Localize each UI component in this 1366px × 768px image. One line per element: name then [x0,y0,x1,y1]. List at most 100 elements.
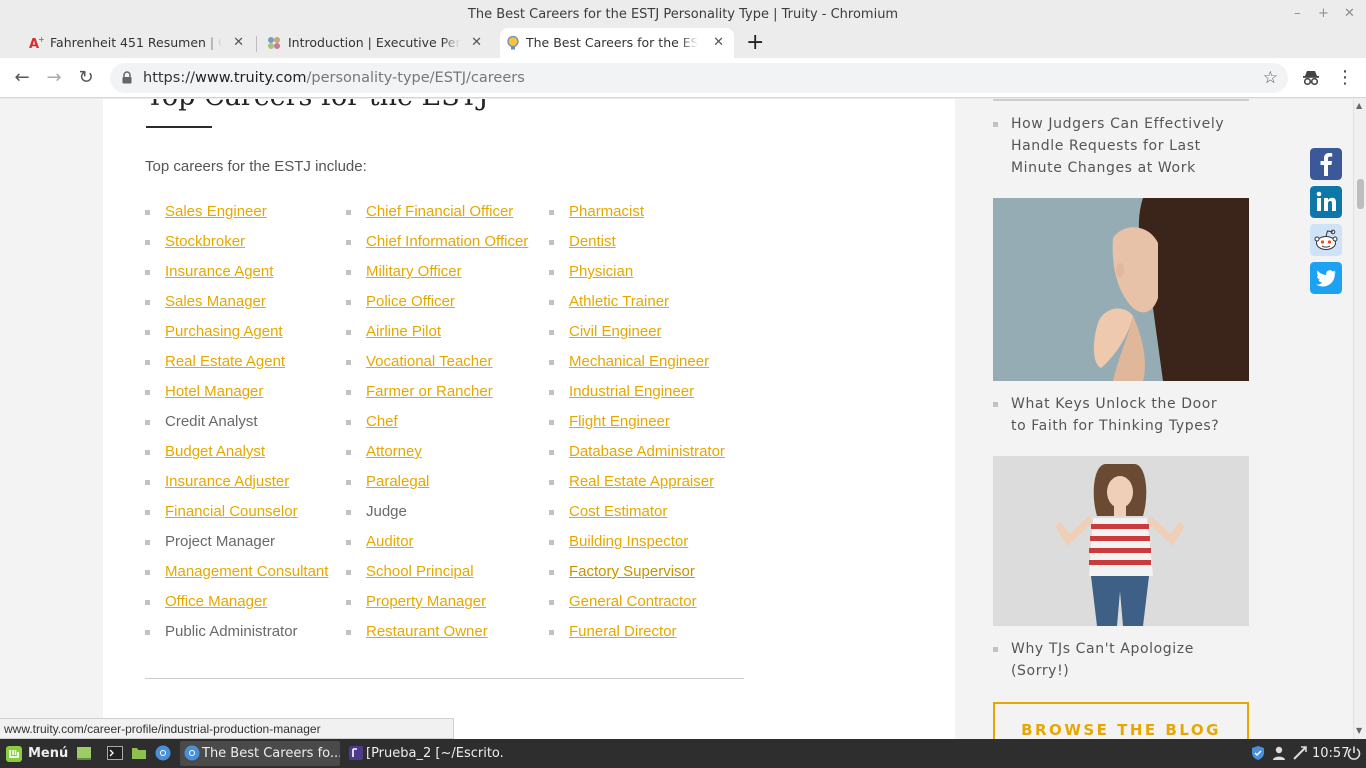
user-icon[interactable] [1271,745,1287,761]
tab-estj-careers[interactable]: The Best Careers for the ESTJ P ✕ [500,28,734,58]
mint-menu-icon[interactable] [5,745,23,763]
career-link[interactable]: Mechanical Engineer [569,353,709,370]
career-link[interactable]: School Principal [366,563,474,580]
career-link[interactable]: Dentist [569,233,616,250]
career-link[interactable]: Factory Supervisor [569,563,695,580]
address-bar[interactable]: https://www.truity.com/personality-type/… [110,63,1288,93]
career-link[interactable]: Chef [366,413,398,430]
career-link[interactable]: Hotel Manager [165,383,263,400]
chromium-icon[interactable] [155,745,171,761]
career-list-item: Civil Engineer [549,320,725,350]
career-link[interactable]: Police Officer [366,293,455,310]
career-link[interactable]: Pharmacist [569,203,644,220]
network-icon[interactable] [1292,745,1308,761]
terminal-icon[interactable] [107,745,123,761]
article-thumbnail[interactable] [993,99,1249,101]
close-icon[interactable]: ✕ [233,28,244,58]
career-link[interactable]: Building Inspector [569,533,688,550]
taskbar-window-chromium[interactable]: The Best Careers fo... [180,741,340,766]
thinking-woman-image[interactable] [993,198,1249,381]
career-list-item: Vocational Teacher [346,350,528,380]
url-path: /personality-type/ESTJ/careers [306,70,525,86]
career-link[interactable]: Database Administrator [569,443,725,460]
facebook-icon[interactable] [1310,148,1342,180]
files-folder-icon[interactable] [131,745,147,761]
career-link[interactable]: Real Estate Appraiser [569,473,714,490]
linkedin-icon[interactable] [1310,186,1342,218]
career-link[interactable]: Insurance Agent [165,263,273,280]
career-label: Project Manager [165,533,276,550]
career-link[interactable]: Industrial Engineer [569,383,694,400]
show-desktop-icon[interactable] [76,745,92,761]
sidebar-article-link[interactable]: Why TJs Can't Apologize (Sorry!) [993,638,1233,682]
career-link[interactable]: Sales Engineer [165,203,267,220]
forward-arrow-icon[interactable]: → [42,66,66,90]
career-link[interactable]: Flight Engineer [569,413,670,430]
career-link[interactable]: General Contractor [569,593,697,610]
career-link[interactable]: Chief Information Officer [366,233,528,250]
career-link[interactable]: Financial Counselor [165,503,298,520]
start-menu-label[interactable]: Menú [28,742,68,765]
taskbar-window-title: [Prueba_2 [~/Escrito... [366,746,504,761]
shield-icon[interactable] [1250,745,1266,761]
clock[interactable]: 10:57 [1312,742,1349,765]
bookmark-star-icon[interactable]: ☆ [1263,63,1278,93]
incognito-extension-icon[interactable] [1302,70,1320,86]
new-tab-button[interactable]: + [746,28,764,58]
career-link[interactable]: Attorney [366,443,422,460]
career-list-item: Budget Analyst [145,440,328,470]
back-arrow-icon[interactable]: ← [10,66,34,90]
career-list-item: Chef [346,410,528,440]
scroll-down-arrow-icon[interactable]: ▼ [1356,726,1362,735]
career-list-item: Attorney [346,440,528,470]
career-link[interactable]: Budget Analyst [165,443,265,460]
sidebar-article-link[interactable]: What Keys Unlock the Door to Faith for T… [993,393,1233,437]
sidebar-article-link[interactable]: How Judgers Can Effectively Handle Reque… [993,113,1233,179]
career-link[interactable]: Insurance Adjuster [165,473,289,490]
career-link[interactable]: Paralegal [366,473,429,490]
career-link[interactable]: Civil Engineer [569,323,662,340]
os-taskbar: Menú The Best Careers fo... [Prueba_2 [~… [0,739,1366,768]
career-link[interactable]: Farmer or Rancher [366,383,493,400]
career-link[interactable]: Sales Manager [165,293,266,310]
career-link[interactable]: Military Officer [366,263,462,280]
close-icon[interactable]: ✕ [471,28,482,58]
career-link[interactable]: Physician [569,263,633,280]
career-link[interactable]: Real Estate Agent [165,353,285,370]
maximize-button[interactable]: + [1318,6,1329,22]
close-icon[interactable]: ✕ [713,28,724,58]
career-link[interactable]: Purchasing Agent [165,323,283,340]
career-link[interactable]: Management Consultant [165,563,328,580]
career-link[interactable]: Cost Estimator [569,503,667,520]
taskbar-window-editor[interactable]: [Prueba_2 [~/Escrito... [344,741,504,766]
shrugging-woman-image[interactable] [993,456,1249,626]
menu-kebab-icon[interactable]: ⋮ [1336,66,1354,90]
minimize-button[interactable]: – [1294,6,1301,22]
scroll-up-arrow-icon[interactable]: ▲ [1356,101,1362,110]
shutdown-icon[interactable] [1346,745,1362,761]
career-link[interactable]: Funeral Director [569,623,677,640]
tab-fahrenheit[interactable]: A + Fahrenheit 451 Resumen | Gra ✕ [24,28,254,58]
career-link[interactable]: Office Manager [165,593,267,610]
close-window-button[interactable]: ✕ [1344,6,1355,22]
reddit-icon[interactable] [1310,224,1342,256]
career-list-item: Dentist [549,230,725,260]
career-link[interactable]: Chief Financial Officer [366,203,513,220]
career-link[interactable]: Vocational Teacher [366,353,492,370]
career-link[interactable]: Auditor [366,533,414,550]
career-list-item: Insurance Adjuster [145,470,328,500]
page-scrollbar[interactable]: ▲ ▼ [1353,99,1366,739]
reload-icon[interactable]: ↻ [74,66,98,90]
window-title-bar: The Best Careers for the ESTJ Personalit… [0,0,1366,28]
scrollbar-thumb[interactable] [1357,179,1364,209]
career-link[interactable]: Stockbroker [165,233,245,250]
tab-executive[interactable]: Introduction | Executive Person ✕ [262,28,492,58]
career-link[interactable]: Athletic Trainer [569,293,669,310]
browse-blog-button[interactable]: BROWSE THE BLOG [993,702,1249,739]
career-list-item: Project Manager [145,530,328,560]
career-link[interactable]: Restaurant Owner [366,623,488,640]
twitter-icon[interactable] [1310,262,1342,294]
career-link[interactable]: Property Manager [366,593,486,610]
career-link[interactable]: Airline Pilot [366,323,441,340]
career-list-item: Building Inspector [549,530,725,560]
